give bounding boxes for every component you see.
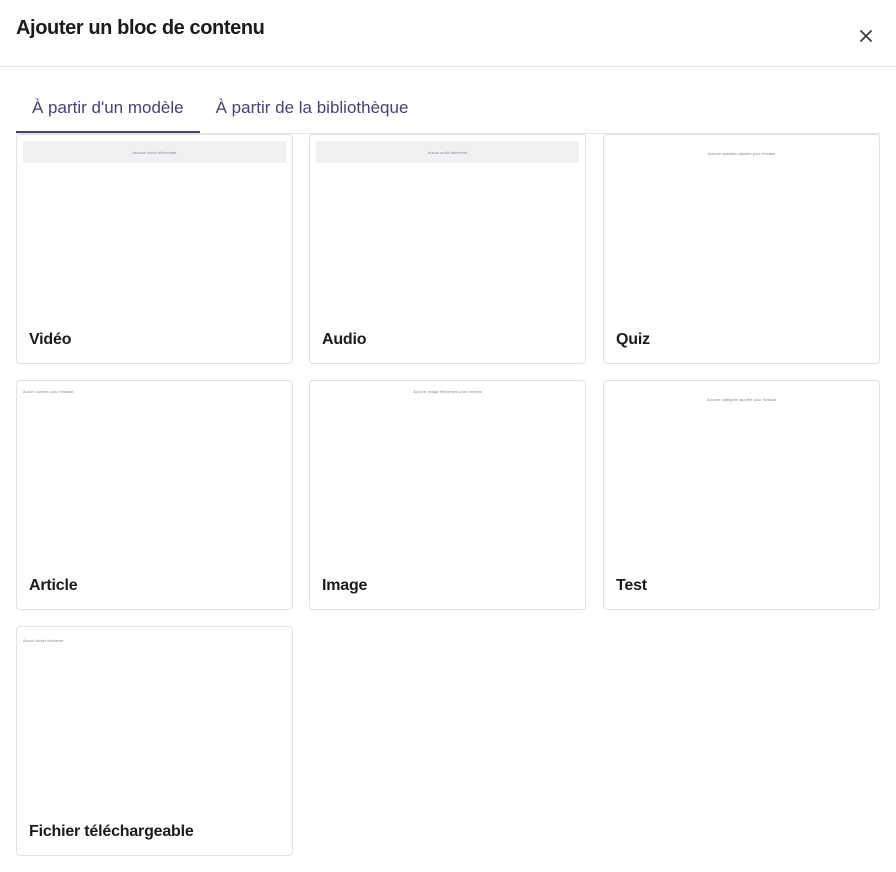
content-block-card-downloadable-file[interactable]: Aucun fichier téléversé Fichier téléchar… <box>16 626 293 856</box>
content-block-card-test[interactable]: Aucune catégorie ajoutée pour l'instant … <box>603 380 880 610</box>
card-preview-text: Aucune question ajoutée pour l'instant <box>707 151 776 156</box>
card-label: Fichier téléchargeable <box>29 823 194 840</box>
content-block-card-audio[interactable]: Aucun audio téléversé Audio <box>309 134 586 364</box>
tab-from-template[interactable]: À partir d'un modèle <box>16 84 200 133</box>
card-preview-text: Aucune vidéo téléversée <box>132 149 177 155</box>
card-label: Vidéo <box>29 331 72 348</box>
close-button[interactable] <box>852 22 880 50</box>
tab-bar: À partir d'un modèle À partir de la bibl… <box>16 84 880 134</box>
content-block-card-image[interactable]: Aucune image téléversée pour l'instant I… <box>309 380 586 610</box>
content-block-card-video[interactable]: Aucune vidéo téléversée Vidéo <box>16 134 293 364</box>
card-preview-text: Aucune image téléversée pour l'instant <box>413 389 482 394</box>
card-preview-text: Aucun contenu pour l'instant <box>23 389 74 394</box>
tab-from-library[interactable]: À partir de la bibliothèque <box>200 84 425 133</box>
content-block-card-article[interactable]: Aucun contenu pour l'instant Article <box>16 380 293 610</box>
card-label: Audio <box>322 331 367 348</box>
modal-title: Ajouter un bloc de contenu <box>16 17 265 39</box>
card-label: Test <box>616 577 647 594</box>
modal-header: Ajouter un bloc de contenu <box>0 0 896 67</box>
card-preview: Aucun audio téléversé <box>316 141 579 163</box>
card-preview-text: Aucun fichier téléversé <box>23 638 64 643</box>
card-label: Quiz <box>616 331 650 348</box>
add-content-block-modal: Ajouter un bloc de contenu À partir d'un… <box>0 0 896 872</box>
card-preview: Aucune vidéo téléversée <box>23 141 286 163</box>
card-preview-text: Aucune catégorie ajoutée pour l'instant <box>706 397 777 402</box>
card-preview-text: Aucun audio téléversé <box>427 149 468 155</box>
close-icon <box>860 30 872 42</box>
content-block-card-quiz[interactable]: Aucune question ajoutée pour l'instant Q… <box>603 134 880 364</box>
card-label: Article <box>29 577 78 594</box>
card-label: Image <box>322 577 368 594</box>
